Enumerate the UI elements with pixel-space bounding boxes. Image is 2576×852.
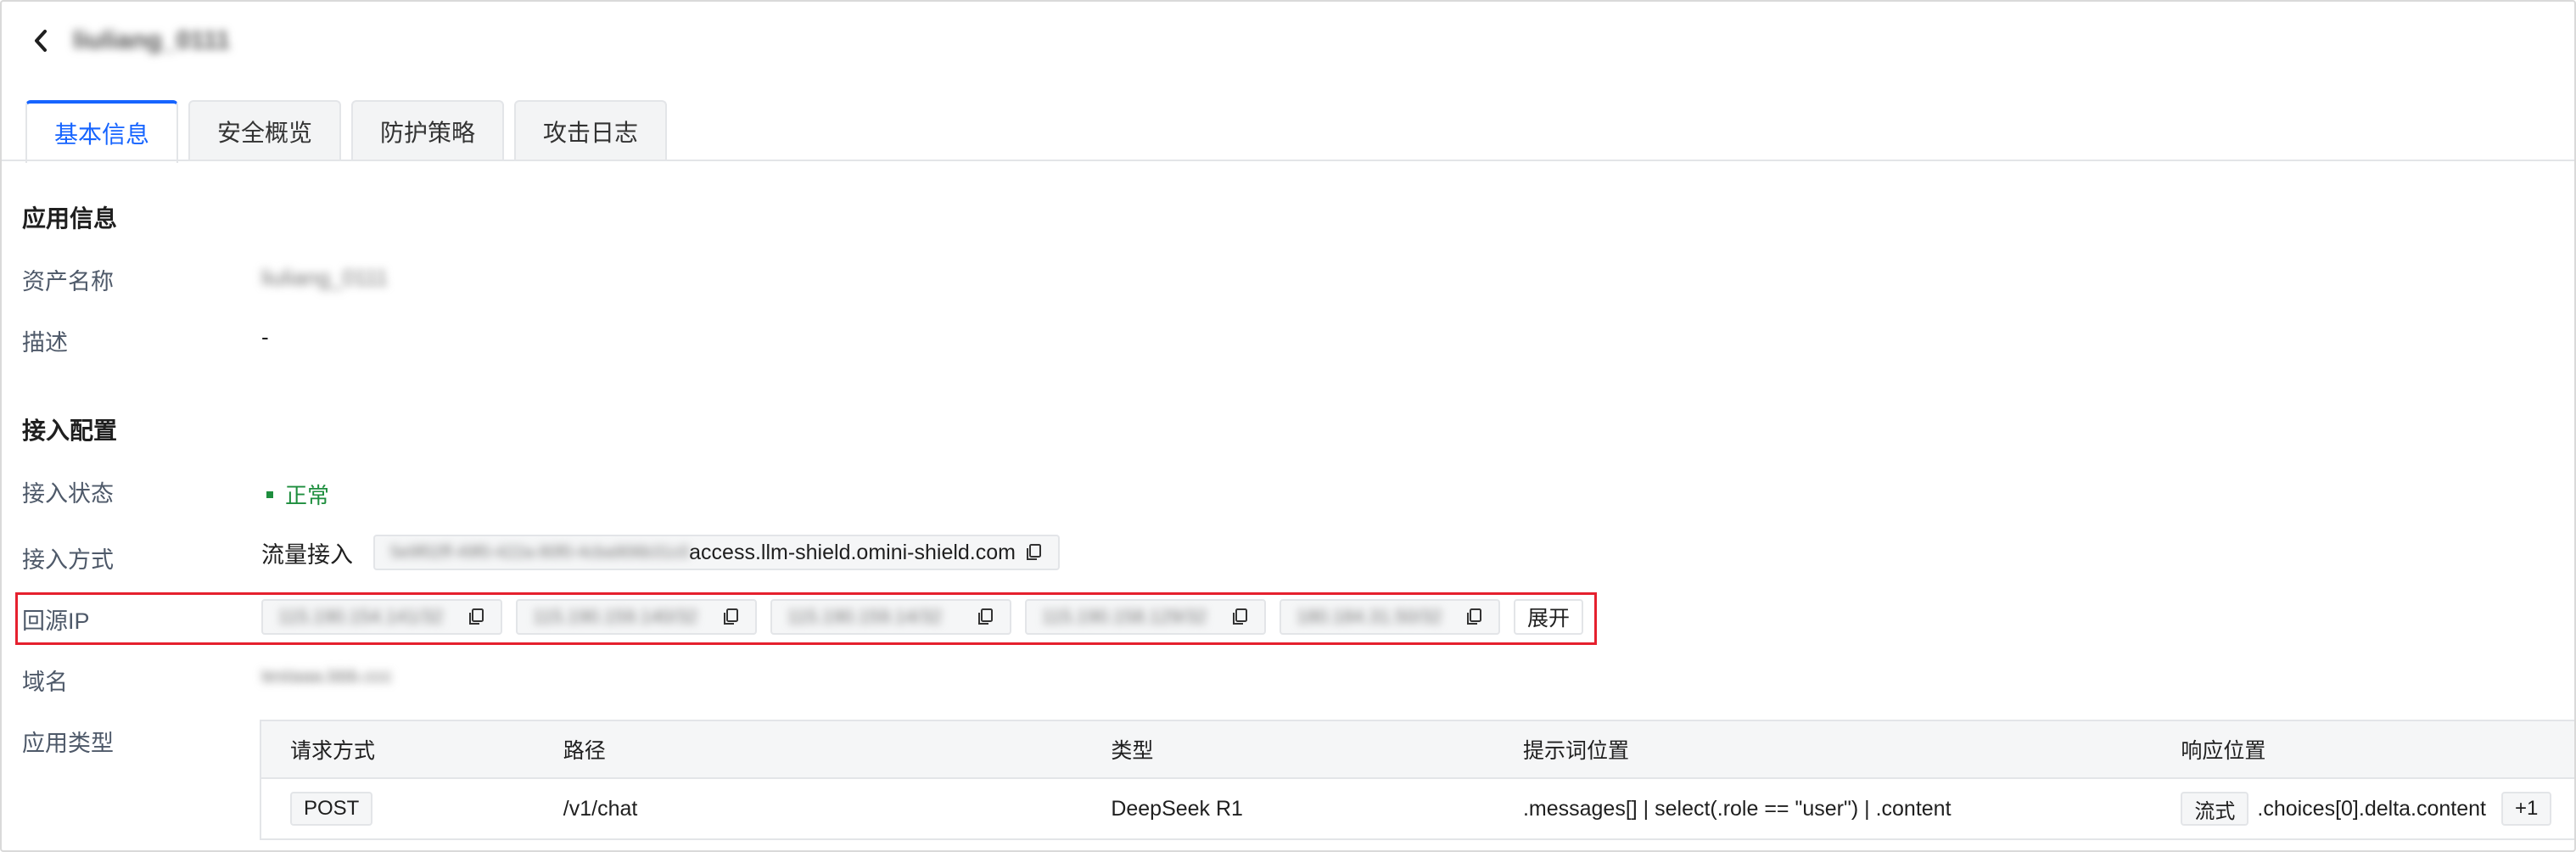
origin-ip-text: 115.190.159.14/32 — [787, 606, 942, 627]
description-label: 描述 — [22, 330, 68, 356]
origin-ip-text: 180.184.31.50/32 — [1296, 606, 1442, 627]
copy-icon[interactable] — [1024, 543, 1043, 562]
origin-ip-chip: 115.190.154.141/32 — [261, 599, 502, 635]
response-location-group: 流式 .choices[0].delta.content +1 — [2181, 792, 2574, 826]
access-address-chip: 5e9f02ff-49f0-422a-80f0-4cba906b31c0 acc… — [373, 535, 1060, 570]
asset-name-label: 资产名称 — [22, 269, 114, 294]
column-header-path: 路径 — [563, 739, 606, 763]
asset-name-value: liuliang_0111 — [261, 265, 388, 291]
section-title-app-info: 应用信息 — [22, 205, 118, 232]
status-text: 正常 — [285, 483, 330, 508]
tab-protection-policy[interactable]: 防护策略 — [351, 100, 505, 161]
access-address-prefix: 5e9f02ff-49f0-422a-80f0-4cba906b31c0 — [390, 542, 690, 562]
app-type-label: 应用类型 — [22, 731, 114, 756]
access-address-domain: access.llm-shield.omini-shield.com — [689, 540, 1016, 564]
back-arrow-icon[interactable] — [27, 27, 54, 54]
page-title: liuliang_0111 — [73, 26, 231, 54]
tab-basic-info[interactable]: 基本信息 — [25, 100, 179, 163]
origin-ip-label: 回源IP — [22, 608, 90, 634]
app-frame: liuliang_0111 基本信息 安全概览 防护策略 攻击日志 应用信息 资… — [0, 0, 2576, 852]
domain-label: 域名 — [22, 670, 68, 695]
cell-path: /v1/chat — [563, 796, 638, 821]
page-header: liuliang_0111 — [27, 20, 230, 61]
table-row: POST /v1/chat DeepSeek R1 .messages[] | … — [261, 779, 2574, 838]
table-header: 请求方式 路径 类型 提示词位置 响应位置 — [261, 721, 2574, 779]
description-value: - — [261, 324, 269, 350]
access-method-value: 流量接入 5e9f02ff-49f0-422a-80f0-4cba906b31c… — [261, 535, 1060, 570]
access-method-label: 接入方式 — [22, 547, 114, 573]
asset-name-text: liuliang_0111 — [261, 265, 389, 290]
status-dot-icon — [266, 490, 273, 498]
tab-attack-log[interactable]: 攻击日志 — [514, 100, 668, 161]
column-header-method: 请求方式 — [290, 739, 376, 763]
column-header-type: 类型 — [1111, 739, 1154, 763]
more-count-tag[interactable]: +1 — [2501, 792, 2552, 826]
cell-type: DeepSeek R1 — [1111, 796, 1243, 821]
domain-text: testaaa.bbb.ccc — [261, 665, 393, 687]
access-status-value: 正常 — [266, 479, 329, 510]
cell-method: POST — [261, 792, 535, 826]
origin-ip-text: 115.190.154.141/32 — [278, 606, 444, 627]
expand-ips-button[interactable]: 展开 — [1514, 599, 1584, 635]
copy-icon[interactable] — [976, 608, 994, 626]
origin-ip-chip: 180.184.31.50/32 — [1280, 599, 1500, 635]
origin-ip-text: 115.190.158.129/32 — [1042, 606, 1207, 627]
copy-icon[interactable] — [1464, 608, 1483, 626]
method-tag: POST — [290, 792, 373, 826]
app-type-table: 请求方式 路径 类型 提示词位置 响应位置 POST /v1/chat Deep… — [260, 720, 2574, 840]
tab-divider — [2, 160, 2574, 161]
tab-bar: 基本信息 安全概览 防护策略 攻击日志 — [25, 100, 668, 163]
cell-prompt-location: .messages[] | select(.role == "user") | … — [1522, 796, 1952, 821]
copy-icon[interactable] — [467, 608, 485, 626]
origin-ip-chip: 115.190.158.129/32 — [1025, 599, 1266, 635]
domain-value: testaaa.bbb.ccc — [261, 665, 392, 687]
column-header-response-location: 响应位置 — [2181, 739, 2266, 763]
copy-icon[interactable] — [1230, 608, 1249, 626]
response-mode-tag: 流式 — [2181, 792, 2249, 826]
origin-ip-chip: 115.190.159.140/32 — [516, 599, 757, 635]
access-method-text: 流量接入 — [261, 541, 353, 568]
response-location-text: .choices[0].delta.content — [2257, 796, 2486, 821]
copy-icon[interactable] — [721, 608, 740, 626]
section-title-access-config: 接入配置 — [22, 418, 118, 444]
origin-ip-list: 115.190.154.141/32 115.190.159.140/32 11… — [261, 599, 1584, 635]
access-status-label: 接入状态 — [22, 481, 114, 507]
tab-security-overview[interactable]: 安全概览 — [188, 100, 342, 161]
origin-ip-chip: 115.190.159.14/32 — [770, 599, 1011, 635]
cell-response-location: 流式 .choices[0].delta.content +1 — [2152, 792, 2574, 826]
origin-ip-text: 115.190.159.140/32 — [533, 606, 698, 627]
column-header-prompt-location: 提示词位置 — [1522, 739, 1629, 763]
